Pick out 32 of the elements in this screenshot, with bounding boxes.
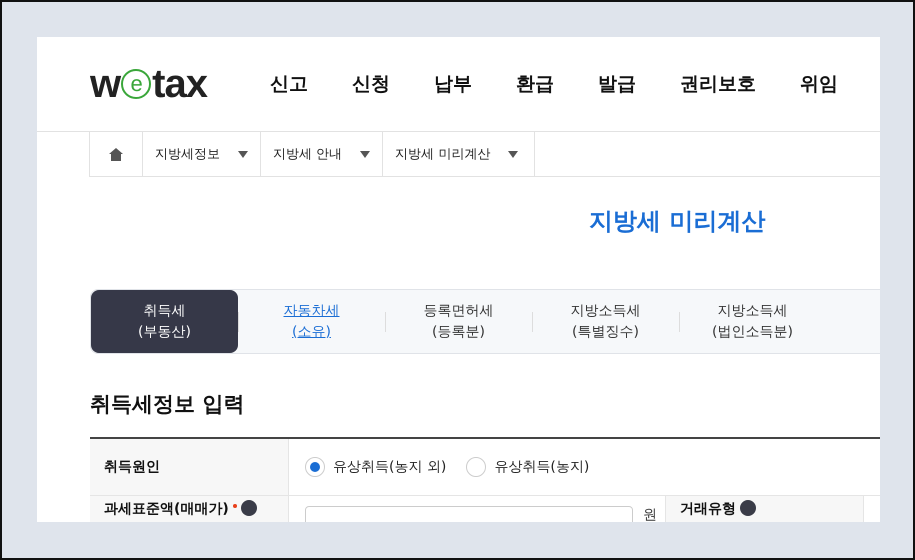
radio-button[interactable] [466, 457, 486, 477]
tax-tab[interactable]: 등록면허세 (등록분) [385, 290, 532, 353]
caret-icon [508, 150, 518, 158]
nav-menu-item[interactable]: 위임 [800, 71, 838, 97]
nav-menu-item[interactable]: 환급 [516, 71, 554, 97]
breadcrumb-dropdown[interactable]: 지방세 안내 [260, 132, 382, 176]
nav-menu-item[interactable]: 신고 [270, 71, 308, 97]
nav-menu-item[interactable]: 권리보호 [680, 71, 756, 97]
tax-tab[interactable]: 취득세 (부동산) [91, 290, 238, 353]
field-label: 과세표준액(매매가) [104, 500, 229, 518]
radio-option[interactable]: 유상취득(농지) [466, 457, 590, 477]
unit-label: 원 [643, 506, 657, 522]
nav-menu-item[interactable]: 신청 [352, 71, 390, 97]
breadcrumb-dropdown[interactable]: 지방세 미리계산 [382, 132, 536, 176]
tax-tab[interactable]: 지방소득세 (법인소득분) [679, 290, 826, 353]
page-title: 지방세 미리계산 [588, 206, 766, 237]
field-label: 거래유형 [680, 500, 736, 518]
nav-menu-item[interactable]: 발급 [598, 71, 636, 97]
field-label: 취득원인 [104, 458, 160, 476]
help-icon[interactable] [240, 500, 257, 516]
radio-button[interactable] [305, 457, 325, 477]
radio-option[interactable]: 유상취득(농지 외) [305, 457, 446, 477]
wetax-logo[interactable]: w e tax [90, 62, 270, 106]
home-icon [109, 148, 123, 160]
tax-tab[interactable]: 자동차세 (소유) [238, 290, 385, 353]
breadcrumb-dropdown[interactable]: 지방세정보 [142, 132, 260, 176]
caret-icon [238, 150, 248, 158]
help-icon[interactable] [740, 500, 756, 516]
caret-icon [360, 150, 370, 158]
section-title: 취득세정보 입력 [90, 391, 246, 418]
nav-menu-item[interactable]: 납부 [434, 71, 472, 97]
tax-tab[interactable]: 지방소득세 (특별징수) [532, 290, 679, 353]
